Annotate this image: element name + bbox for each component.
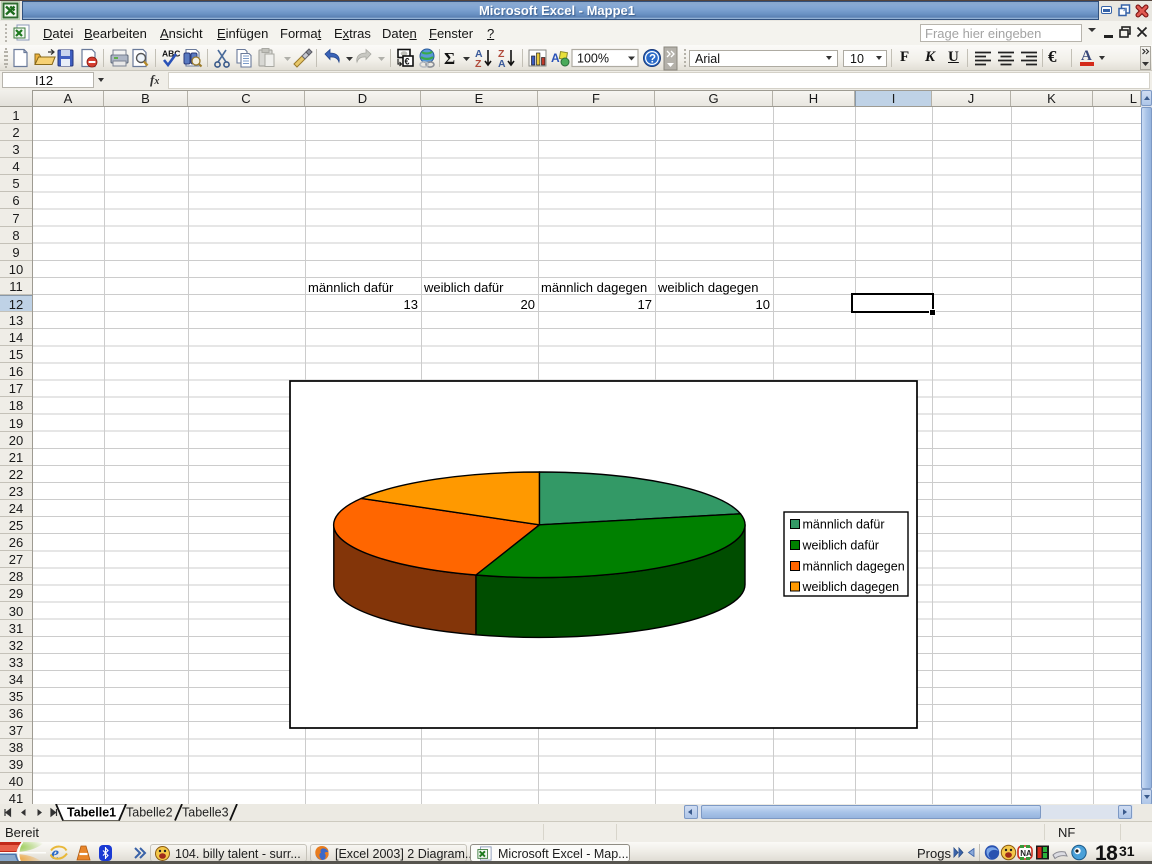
svg-text:Z: Z — [475, 58, 482, 70]
svg-text:männlich dafür: männlich dafür — [803, 518, 885, 532]
svg-text:ABC: ABC — [162, 49, 180, 59]
svg-text:Tabelle3: Tabelle3 — [182, 806, 229, 820]
svg-text:Σ: Σ — [444, 49, 455, 68]
svg-text:NA: NA — [1020, 849, 1032, 858]
svg-text:weiblich dafür: weiblich dafür — [802, 539, 879, 553]
svg-text:A: A — [498, 58, 506, 70]
svg-text:?: ? — [649, 54, 656, 66]
svg-text:Tabelle2: Tabelle2 — [126, 806, 173, 820]
svg-text:€: € — [405, 57, 410, 67]
svg-text:A: A — [551, 51, 560, 65]
svg-text:weiblich dagegen: weiblich dagegen — [802, 580, 900, 594]
svg-text:100%: 100% — [577, 52, 609, 66]
svg-text:männlich dagegen: männlich dagegen — [803, 560, 905, 574]
svg-text:Tabelle1: Tabelle1 — [67, 806, 116, 820]
